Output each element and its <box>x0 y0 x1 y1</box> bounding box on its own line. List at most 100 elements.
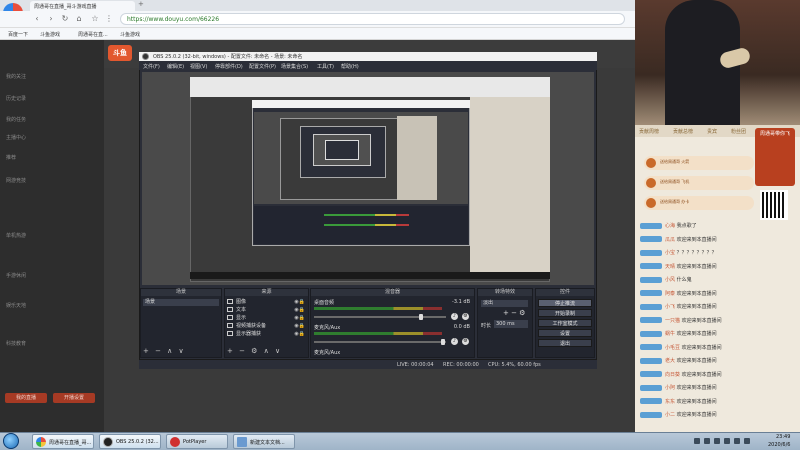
live-settings-button[interactable]: 开播设置 <box>53 393 95 403</box>
promo-banner[interactable]: 周通哥带你飞 <box>755 128 795 186</box>
clock-date[interactable]: 2020/6/6 <box>768 442 790 448</box>
new-tab-icon[interactable]: + <box>138 0 144 8</box>
volume-icon[interactable] <box>744 438 750 444</box>
taskbar-item[interactable]: OBS 25.0.2 (32... <box>99 434 161 449</box>
sidebar-item[interactable]: 推荐 <box>6 154 16 161</box>
chat-username[interactable]: 小宝 <box>665 250 675 256</box>
speaker-icon[interactable]: ♪ <box>451 338 458 345</box>
home-icon[interactable]: ⌂ <box>74 14 84 24</box>
visibility-icon[interactable]: ◉🔒 <box>294 323 305 330</box>
start-recording-button[interactable]: 开始录制 <box>538 309 592 317</box>
scene-item[interactable]: 场景 <box>143 299 219 306</box>
visibility-icon[interactable]: ◉🔒 <box>294 299 305 306</box>
source-item[interactable]: 显示器捕获 ◉🔒 <box>227 331 307 338</box>
menu-file[interactable]: 文件(F) <box>143 63 160 70</box>
taskbar-item[interactable]: PotPlayer <box>166 434 228 449</box>
taskbar-item[interactable]: 周通哥在直播_哥... <box>32 434 94 449</box>
sources-dock-toolbar[interactable]: + − ⚙ ∧ ∨ <box>227 347 282 355</box>
transition-select[interactable]: 淡出 <box>481 300 528 307</box>
stop-streaming-button[interactable]: 停止推流 <box>538 299 592 307</box>
sidebar-item[interactable]: 科技教育 <box>6 340 26 347</box>
speaker-icon[interactable]: ♪ <box>451 313 458 320</box>
source-item[interactable]: 显示 ◉🔒 <box>227 315 307 322</box>
menu-docks[interactable]: 停靠部件(D) <box>215 63 243 70</box>
source-item[interactable]: 视频捕获设备 ◉🔒 <box>227 323 307 330</box>
chat-username[interactable]: 小飞 <box>665 304 675 310</box>
sidebar-item[interactable]: 单机热游 <box>6 232 26 239</box>
gear-icon[interactable]: ⚙ <box>462 338 469 345</box>
chat-username[interactable]: 向日葵 <box>665 372 680 378</box>
tray-icon[interactable] <box>724 438 730 444</box>
start-button[interactable] <box>3 433 19 449</box>
menu-profile[interactable]: 配置文件(P) <box>249 63 276 70</box>
chat-tab[interactable]: 贡献周榜 <box>639 128 659 135</box>
duration-input[interactable]: 300 ms <box>494 320 528 328</box>
sidebar-item[interactable]: 历史记录 <box>6 95 26 102</box>
clock-time[interactable]: 23:49 <box>776 434 790 440</box>
volume-slider[interactable] <box>314 316 446 318</box>
menu-scene-collection[interactable]: 场景集合(S) <box>281 63 308 70</box>
my-live-button[interactable]: 我的直播 <box>5 393 47 403</box>
chat-tab[interactable]: 粉丝团 <box>731 128 746 135</box>
transition-add-remove[interactable]: + − ⚙ <box>503 309 525 317</box>
bookmark-item[interactable]: 斗鱼游戏 <box>40 31 60 38</box>
chat-username[interactable]: 老大 <box>665 358 675 364</box>
url-input[interactable]: https://www.douyu.com/66226 <box>120 13 625 25</box>
chat-username[interactable]: 阿泰 <box>665 291 675 297</box>
network-icon[interactable] <box>734 438 740 444</box>
sidebar-item[interactable]: 娱乐天地 <box>6 302 26 309</box>
volume-knob[interactable] <box>441 339 445 345</box>
level-badge <box>640 263 662 269</box>
scenes-dock-title: 场景 <box>141 289 221 296</box>
tray-icon[interactable] <box>714 438 720 444</box>
chat-username[interactable]: 一只猫 <box>665 318 680 324</box>
forward-icon[interactable]: › <box>46 14 56 24</box>
menu-tools[interactable]: 工具(T) <box>317 63 334 70</box>
sidebar-item[interactable]: 我的关注 <box>6 73 26 80</box>
gear-icon[interactable]: ⚙ <box>462 313 469 320</box>
visibility-icon[interactable]: ◉🔒 <box>294 315 305 322</box>
back-icon[interactable]: ‹ <box>32 14 42 24</box>
chat-username[interactable]: 瓜瓜 <box>665 237 675 243</box>
source-item[interactable]: 文本 ◉🔒 <box>227 307 307 314</box>
dots-icon[interactable]: ⋮ <box>104 14 114 24</box>
exit-button[interactable]: 退出 <box>538 339 592 347</box>
chat-tab[interactable]: 贡献总榜 <box>673 128 693 135</box>
source-item[interactable]: 图像 ◉🔒 <box>227 299 307 306</box>
chat-username[interactable]: 小阿 <box>665 385 675 391</box>
volume-knob[interactable] <box>419 314 423 320</box>
chat-tab[interactable]: 贵宾 <box>707 128 717 135</box>
bookmark-item[interactable]: 百度一下 <box>8 31 28 38</box>
refresh-icon[interactable]: ↻ <box>60 14 70 24</box>
tray-icon[interactable] <box>694 438 700 444</box>
chat-username[interactable]: 小二 <box>665 412 675 418</box>
settings-button[interactable]: 设置 <box>538 329 592 337</box>
chat-username[interactable]: 小风 <box>665 277 675 283</box>
volume-slider[interactable] <box>314 341 446 343</box>
chat-username[interactable]: 天晴 <box>665 264 675 270</box>
douyu-logo[interactable]: 斗鱼 <box>108 45 132 61</box>
level-badge <box>640 276 662 283</box>
chat-username[interactable]: 东东 <box>665 399 675 405</box>
chat-username[interactable]: 心海 <box>665 223 675 229</box>
scenes-dock-toolbar[interactable]: + − ∧ ∨ <box>143 347 186 355</box>
menu-view[interactable]: 视图(V) <box>190 63 207 70</box>
visibility-icon[interactable]: ◉🔒 <box>294 307 305 314</box>
menu-edit[interactable]: 编辑(E) <box>167 63 184 70</box>
sidebar-item[interactable]: 主播中心 <box>6 134 26 141</box>
visibility-icon[interactable]: ◉🔒 <box>294 331 305 338</box>
chat-username[interactable]: 小毛豆 <box>665 345 680 351</box>
bookmark-item[interactable]: 周通哥在直... <box>78 31 108 38</box>
taskbar-item[interactable]: 新建文本文档... <box>233 434 295 449</box>
tray-icon[interactable] <box>704 438 710 444</box>
menu-help[interactable]: 帮助(H) <box>341 63 359 70</box>
sidebar-item[interactable]: 我的任务 <box>6 116 26 123</box>
gift-row: 送给周通哥 办卡 <box>644 196 754 210</box>
chat-username[interactable]: 蜗牛 <box>665 331 675 337</box>
star-icon[interactable]: ☆ <box>90 14 100 24</box>
sidebar-item[interactable]: 手游休闲 <box>6 272 26 279</box>
studio-mode-button[interactable]: 工作室模式 <box>538 319 592 327</box>
bookmark-item[interactable]: 斗鱼游戏 <box>120 31 140 38</box>
browser-tab[interactable]: 周通哥在直播_哥斗游戏直播 <box>30 1 135 11</box>
sidebar-item[interactable]: 网游竞技 <box>6 177 26 184</box>
